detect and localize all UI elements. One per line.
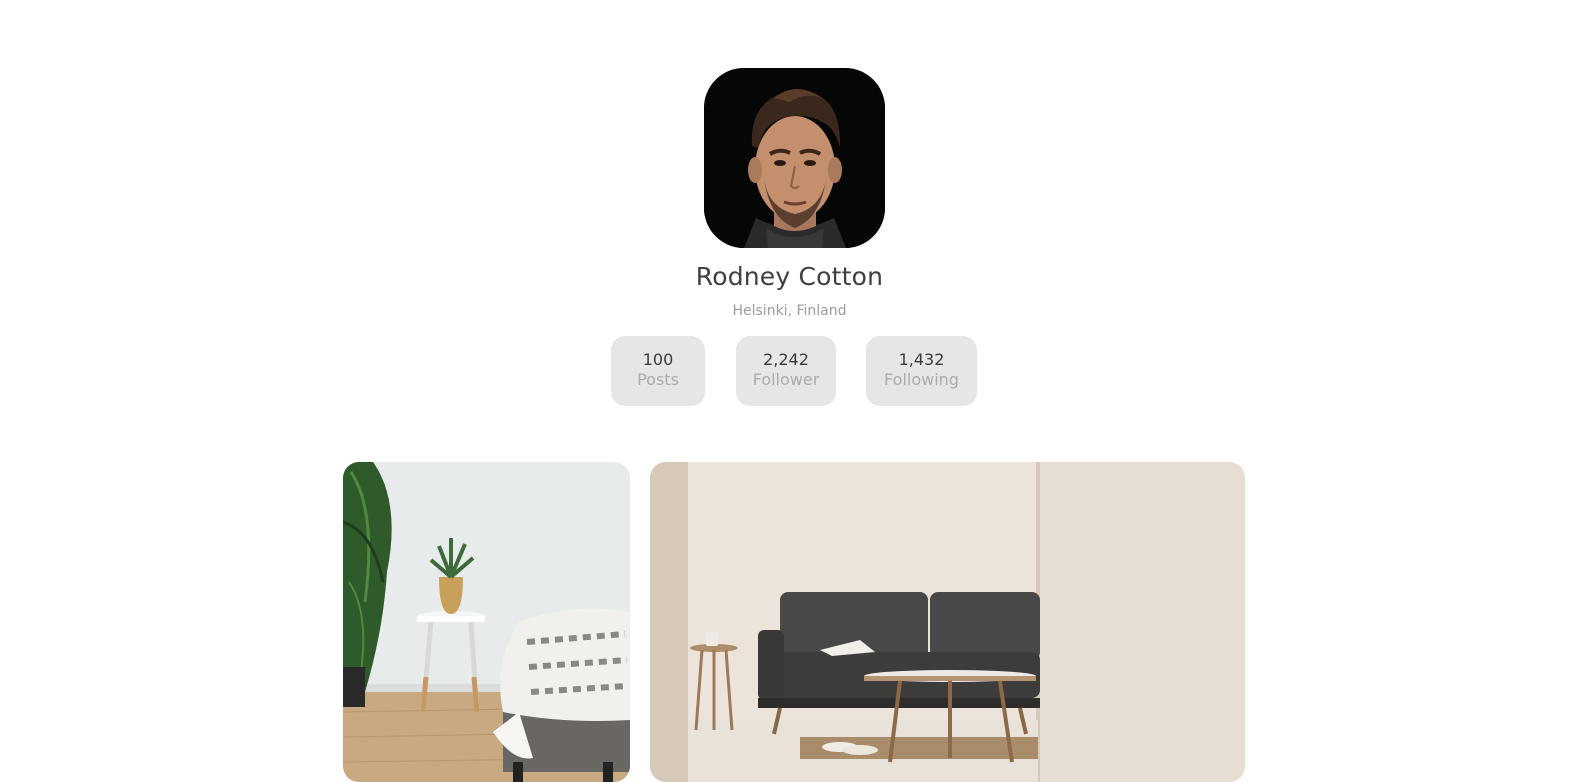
gallery-photo-bedroom-image [343,462,630,782]
stat-follower-label: Follower [752,370,820,389]
stat-following-value: 1,432 [898,350,945,369]
stat-posts-label: Posts [637,370,679,389]
profile-location: Helsinki, Finland [732,303,847,319]
stat-following[interactable]: 1,432 Following [866,336,977,406]
stat-posts[interactable]: 100 Posts [611,336,705,406]
avatar[interactable] [704,68,885,248]
gallery-photo-bedroom[interactable] [343,462,630,782]
stat-following-label: Following [884,370,959,389]
profile-page: Rodney Cotton Helsinki, Finland 100 Post… [0,0,1579,782]
gallery-photo-living-room[interactable] [650,462,1245,782]
avatar-portrait-image [704,68,885,248]
stat-posts-value: 100 [642,350,674,369]
stat-follower[interactable]: 2,242 Follower [736,336,836,406]
stat-follower-value: 2,242 [763,350,809,369]
profile-name: Rodney Cotton [695,262,884,291]
gallery-photo-living-room-image [650,462,1245,782]
